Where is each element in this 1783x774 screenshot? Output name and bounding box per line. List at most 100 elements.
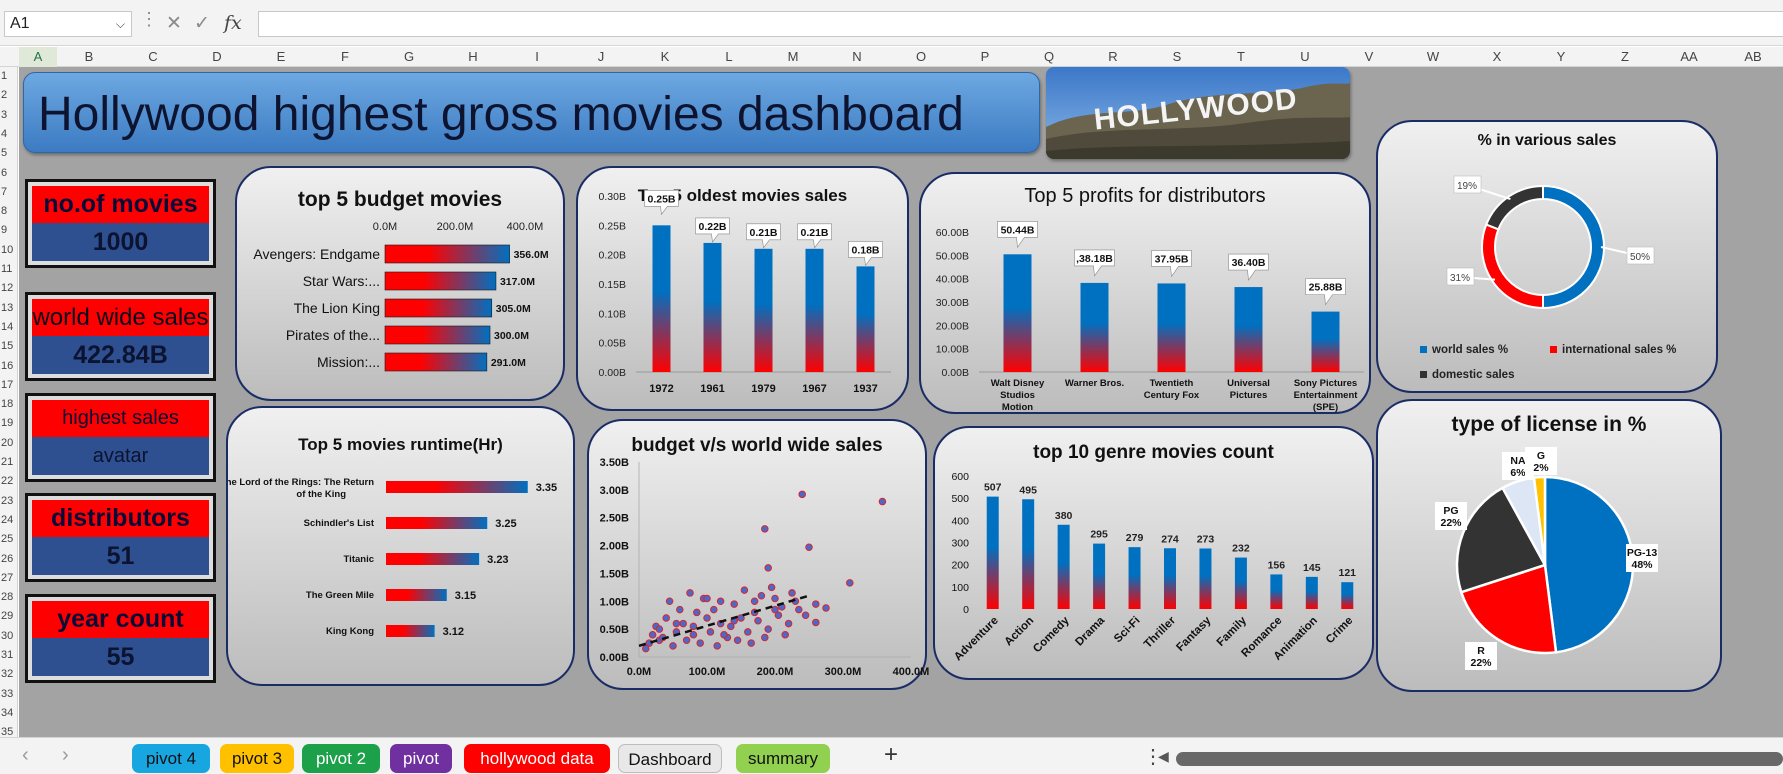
sheet-tab[interactable]: pivot [390, 744, 452, 773]
row-header[interactable]: 17 [0, 379, 18, 391]
row-header[interactable]: 8 [0, 205, 18, 217]
column-header[interactable]: P [953, 47, 1017, 67]
row-header[interactable]: 16 [0, 360, 18, 372]
row-header[interactable]: 1 [0, 70, 18, 82]
row-header[interactable]: 26 [0, 553, 18, 565]
column-header[interactable]: B [57, 47, 121, 67]
tick-label: 40.00B [936, 274, 969, 286]
column-header[interactable]: M [761, 47, 825, 67]
column-header[interactable]: D [185, 47, 249, 67]
scroll-left-icon[interactable]: ◀ [1158, 748, 1169, 765]
column-header[interactable]: T [1209, 47, 1273, 67]
sheet-tab[interactable]: summary [736, 744, 830, 773]
row-header[interactable]: 7 [0, 186, 18, 198]
column-header[interactable]: H [441, 47, 505, 67]
scatter-point [822, 604, 830, 612]
add-sheet-button[interactable]: + [884, 741, 898, 769]
column-header[interactable]: O [889, 47, 953, 67]
row-header[interactable]: 4 [0, 128, 18, 140]
bar [1341, 582, 1354, 609]
sheet-tab[interactable]: Dashboard [618, 744, 722, 773]
chevron-down-icon[interactable]: ⌵ [116, 12, 125, 36]
column-header[interactable]: Q [1017, 47, 1081, 67]
row-header[interactable]: 5 [0, 147, 18, 159]
sheet-tab[interactable]: pivot 3 [220, 744, 294, 773]
row-header[interactable]: 3 [0, 109, 18, 121]
column-header[interactable]: R [1081, 47, 1145, 67]
row-header[interactable]: 6 [0, 167, 18, 179]
y-tick-label: 3.00B [600, 485, 629, 497]
column-header[interactable]: AA [1657, 47, 1721, 67]
row-header[interactable]: 27 [0, 572, 18, 584]
column-header[interactable]: I [505, 47, 569, 67]
row-header[interactable]: 34 [0, 707, 18, 719]
row-header[interactable]: 30 [0, 630, 18, 642]
row-header[interactable]: 33 [0, 688, 18, 700]
bar [384, 271, 497, 291]
bar [1199, 548, 1212, 609]
tick-label: 100 [951, 582, 969, 594]
row-header[interactable]: 32 [0, 668, 18, 680]
column-header[interactable]: X [1465, 47, 1529, 67]
oldest-chart-panel: Top 5 oldest movies sales 0.30B 0.25B 0.20… [576, 166, 909, 411]
genre-chart-panel: top 10 genre movies count 600 500 400 300 20… [933, 426, 1374, 680]
column-header[interactable]: L [697, 47, 761, 67]
column-header[interactable]: Y [1529, 47, 1593, 67]
column-header[interactable]: G [377, 47, 441, 67]
row-header[interactable]: 21 [0, 456, 18, 468]
row-header[interactable]: 23 [0, 495, 18, 507]
row-header[interactable]: 12 [0, 282, 18, 294]
chevron-right-icon[interactable]: › [62, 744, 69, 767]
scatter-point [740, 586, 749, 594]
horizontal-scrollbar[interactable] [1176, 752, 1783, 766]
row-header[interactable]: 14 [0, 321, 18, 333]
category-label: King Kong [326, 626, 374, 637]
cancel-icon[interactable]: ✕ [166, 12, 182, 35]
column-header[interactable]: N [825, 47, 889, 67]
name-box[interactable]: A1 ⌵ [4, 11, 132, 37]
column-header[interactable]: S [1145, 47, 1209, 67]
row-header[interactable]: 19 [0, 417, 18, 429]
enter-icon[interactable]: ✓ [194, 12, 210, 35]
column-header[interactable]: Z [1593, 47, 1657, 67]
row-header[interactable]: 15 [0, 340, 18, 352]
row-header[interactable]: 24 [0, 514, 18, 526]
column-header[interactable]: V [1337, 47, 1401, 67]
column-header[interactable]: AB [1721, 47, 1783, 67]
row-header[interactable]: 28 [0, 591, 18, 603]
row-header[interactable]: 20 [0, 437, 18, 449]
tick-label: 0.00B [942, 367, 969, 379]
row-header[interactable]: 9 [0, 224, 18, 236]
sheet-tab[interactable]: pivot 2 [302, 744, 380, 773]
data-label: 37.95B [1155, 253, 1189, 265]
bar [1080, 282, 1109, 372]
scatter-point [764, 625, 772, 633]
column-header[interactable]: W [1401, 47, 1465, 67]
license-chart-panel: type of license in % PG-13 48% R 22% PG 22% NA… [1376, 399, 1722, 692]
row-header[interactable]: 18 [0, 398, 18, 410]
function-icon[interactable]: fx [224, 12, 242, 34]
row-header[interactable]: 25 [0, 533, 18, 545]
column-header[interactable]: J [569, 47, 633, 67]
column-header[interactable]: F [313, 47, 377, 67]
column-header[interactable]: K [633, 47, 697, 67]
chevron-left-icon[interactable]: ‹ [22, 744, 29, 767]
row-header[interactable]: 31 [0, 649, 18, 661]
y-tick-label: 1.50B [600, 568, 629, 580]
column-header[interactable]: C [121, 47, 185, 67]
data-label: 145 [1303, 562, 1321, 574]
legend-swatch [1420, 371, 1427, 378]
column-header[interactable]: E [249, 47, 313, 67]
row-header[interactable]: 22 [0, 475, 18, 487]
data-label: 3.12 [443, 626, 464, 638]
sheet-tab[interactable]: hollywood data [464, 744, 610, 773]
row-header[interactable]: 11 [0, 263, 18, 275]
sheet-tab[interactable]: pivot 4 [132, 744, 210, 773]
row-header[interactable]: 29 [0, 610, 18, 622]
column-header[interactable]: U [1273, 47, 1337, 67]
formula-input[interactable] [258, 11, 1783, 37]
column-header[interactable]: A [19, 47, 57, 69]
row-header[interactable]: 10 [0, 244, 18, 256]
row-header[interactable]: 13 [0, 302, 18, 314]
row-header[interactable]: 2 [0, 89, 18, 101]
